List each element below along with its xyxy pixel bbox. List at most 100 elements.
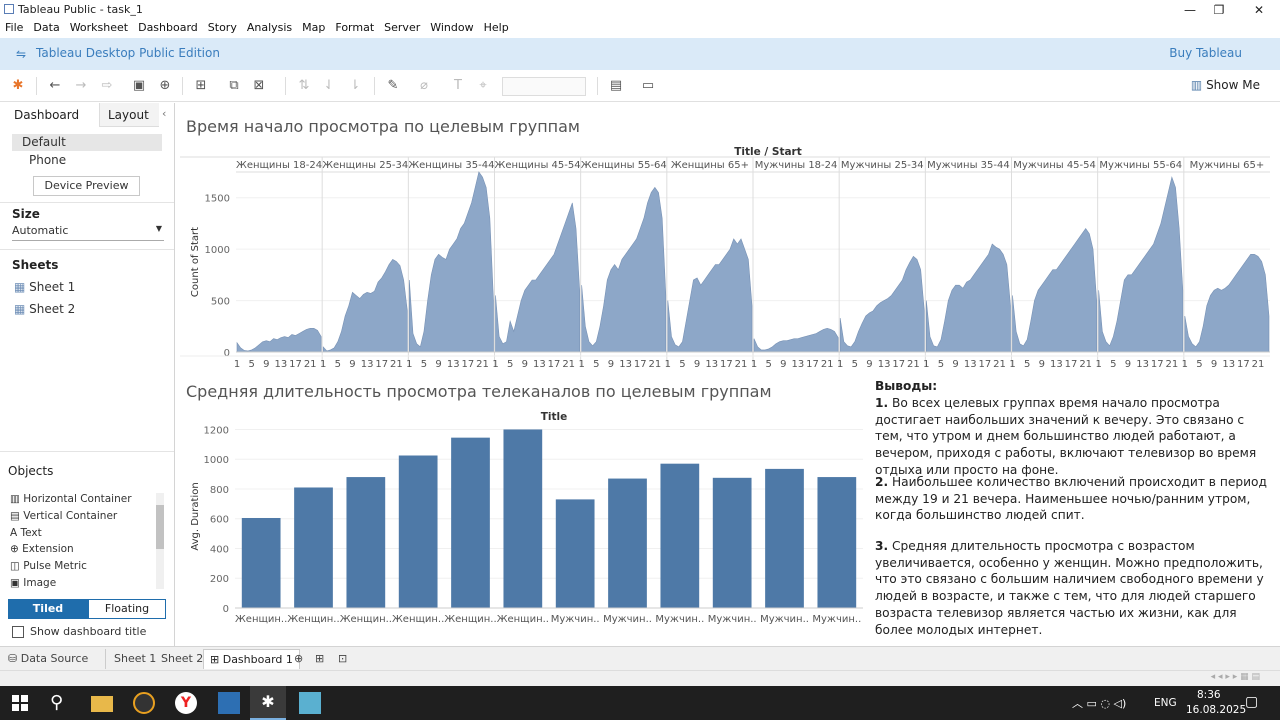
sheet-navigation-arrows[interactable]: ◂ ◂ ▸ ▸ ▦ ▤ [1211,672,1260,682]
x-tick-label: 13 [1050,359,1063,370]
buy-tableau-link[interactable]: Buy Tableau [1169,46,1242,60]
x-tick-label: 17 [634,359,647,370]
x-tick-label: 5 [335,359,341,370]
undo-icon[interactable]: ← [47,78,63,94]
area-series-9 [926,243,1011,353]
x-tick-label: 1 [1009,359,1015,370]
menu-map[interactable]: Map [297,20,330,34]
menu-worksheet[interactable]: Worksheet [65,20,133,34]
x-tick-label: 9 [522,359,528,370]
menu-dashboard[interactable]: Dashboard [133,20,203,34]
object-text[interactable]: A Text [10,525,155,542]
device-phone[interactable]: Phone [12,152,162,169]
tab-layout[interactable]: Layout [99,103,159,127]
tab-dashboard-1[interactable]: ⊞ Dashboard 1 [203,649,300,669]
new-dashboard-icon[interactable]: ⊞ [309,649,330,669]
object-image[interactable]: ▣ Image [10,575,155,592]
x-tick-label: 5 [1110,359,1116,370]
menu-data[interactable]: Data [28,20,64,34]
menu-window[interactable]: Window [425,20,478,34]
sort-desc-icon[interactable]: ⇂ [347,78,363,94]
fit-dropdown[interactable] [502,77,586,96]
sheet-list-item-2[interactable]: ▦ Sheet 2 [14,302,75,316]
menu-file[interactable]: File [0,20,28,34]
x-tick-label: 1 [1095,359,1101,370]
y-tick-label: 1200 [204,425,229,436]
windows-start-icon[interactable] [12,695,28,711]
area-series-10 [1012,228,1097,353]
divider [0,202,174,203]
sheet-list-item-1[interactable]: ▦ Sheet 1 [14,280,75,294]
notifications-icon[interactable]: ▢ [1245,694,1258,710]
tab-sheet-2[interactable]: Sheet 2 [155,649,209,669]
x-tick-label: 5 [1024,359,1030,370]
group-icon[interactable]: ⌀ [416,78,432,94]
tiled-toggle[interactable]: Tiled [8,599,88,619]
menu-help[interactable]: Help [479,20,514,34]
calculator-icon[interactable] [218,692,240,714]
sort-asc-icon[interactable]: ⇃ [321,78,337,94]
text-icon: A [10,526,21,539]
object-extension[interactable]: ⊕ Extension [10,541,155,558]
scrollbar-thumb[interactable] [156,505,164,549]
conclusions-heading: Выводы: [875,379,938,393]
new-sheet-icon[interactable]: ⊞ [193,78,209,94]
object-vertical-container[interactable]: ▤ Vertical Container [10,508,155,525]
notes-app-icon[interactable] [299,692,321,714]
clock-date[interactable]: 16.08.2025 [1186,704,1246,716]
tab-data-source[interactable]: ⛁ Data Source [2,649,106,669]
window-title: Tableau Public - task_1 [18,3,143,16]
maximize-button[interactable]: ❐ [1201,0,1237,20]
duplicate-sheet-icon[interactable]: ⧉ [226,78,242,94]
object-pulse-metric[interactable]: ◫ Pulse Metric [10,558,155,575]
new-datasource-icon[interactable]: ⊕ [157,78,173,94]
clock-time[interactable]: 8:36 [1197,689,1221,701]
y-tick-label: 0 [224,348,230,359]
device-preview-button[interactable]: Device Preview [33,176,140,196]
y-tick-label: 600 [210,515,229,526]
new-story-icon[interactable]: ⊡ [332,649,353,669]
object-horizontal-container[interactable]: ▥ Horizontal Container [10,491,155,508]
menu-story[interactable]: Story [203,20,242,34]
tableau-taskbar-button[interactable]: ✱ [250,686,286,720]
tableau-icon: ✱ [261,692,275,711]
bar-6 [503,429,543,608]
tab-dashboard[interactable]: Dashboard [0,103,99,127]
tableau-start-icon[interactable]: ✱ [10,78,26,94]
redo-icon[interactable]: → [73,78,89,94]
show-cards-icon[interactable]: ▤ [608,78,624,94]
floating-toggle[interactable]: Floating [88,599,166,619]
clear-sheet-icon[interactable]: ⊠ [251,78,267,94]
x-tick-label: 9 [780,359,786,370]
menu-format[interactable]: Format [330,20,379,34]
menu-analysis[interactable]: Analysis [242,20,297,34]
worksheet-icon: ▦ [14,302,30,316]
save-icon[interactable]: ▣ [131,78,147,94]
presentation-mode-icon[interactable]: ▭ [640,78,656,94]
media-player-icon[interactable] [133,692,155,714]
highlight-icon[interactable]: ✎ [385,78,401,94]
objects-scrollbar[interactable] [156,493,164,589]
bar-9 [660,463,700,608]
device-default[interactable]: Default [12,134,162,151]
collapse-pane-icon[interactable]: ‹ [162,107,166,120]
panel-header: Мужчины 35-44 [927,160,1010,171]
window-title-bar: Tableau Public - task_1 — ❐ ✕ [0,0,1280,20]
language-indicator[interactable]: ENG [1154,697,1177,709]
file-explorer-icon[interactable] [91,696,113,712]
swap-icon[interactable]: ⇅ [296,78,312,94]
tray-icons[interactable]: ︿ ▭ ◌ ◁) [1072,695,1126,711]
pin-icon[interactable]: ⌖ [475,78,491,94]
y-tick-label: 500 [211,297,230,308]
close-button[interactable]: ✕ [1241,0,1277,20]
replay-icon[interactable]: ⇨ [99,78,115,94]
menu-server[interactable]: Server [379,20,425,34]
yandex-browser-icon[interactable]: Y [175,692,197,714]
show-me-button[interactable]: ▥ Show Me [1191,78,1260,92]
labels-icon[interactable]: T [450,78,466,94]
show-title-checkbox[interactable] [12,626,24,638]
area-series-11 [1098,176,1184,353]
size-dropdown[interactable]: Automatic ▼ [12,224,164,241]
search-icon[interactable]: ⚲ [50,692,63,713]
new-worksheet-icon[interactable]: ⊕ [288,649,309,669]
